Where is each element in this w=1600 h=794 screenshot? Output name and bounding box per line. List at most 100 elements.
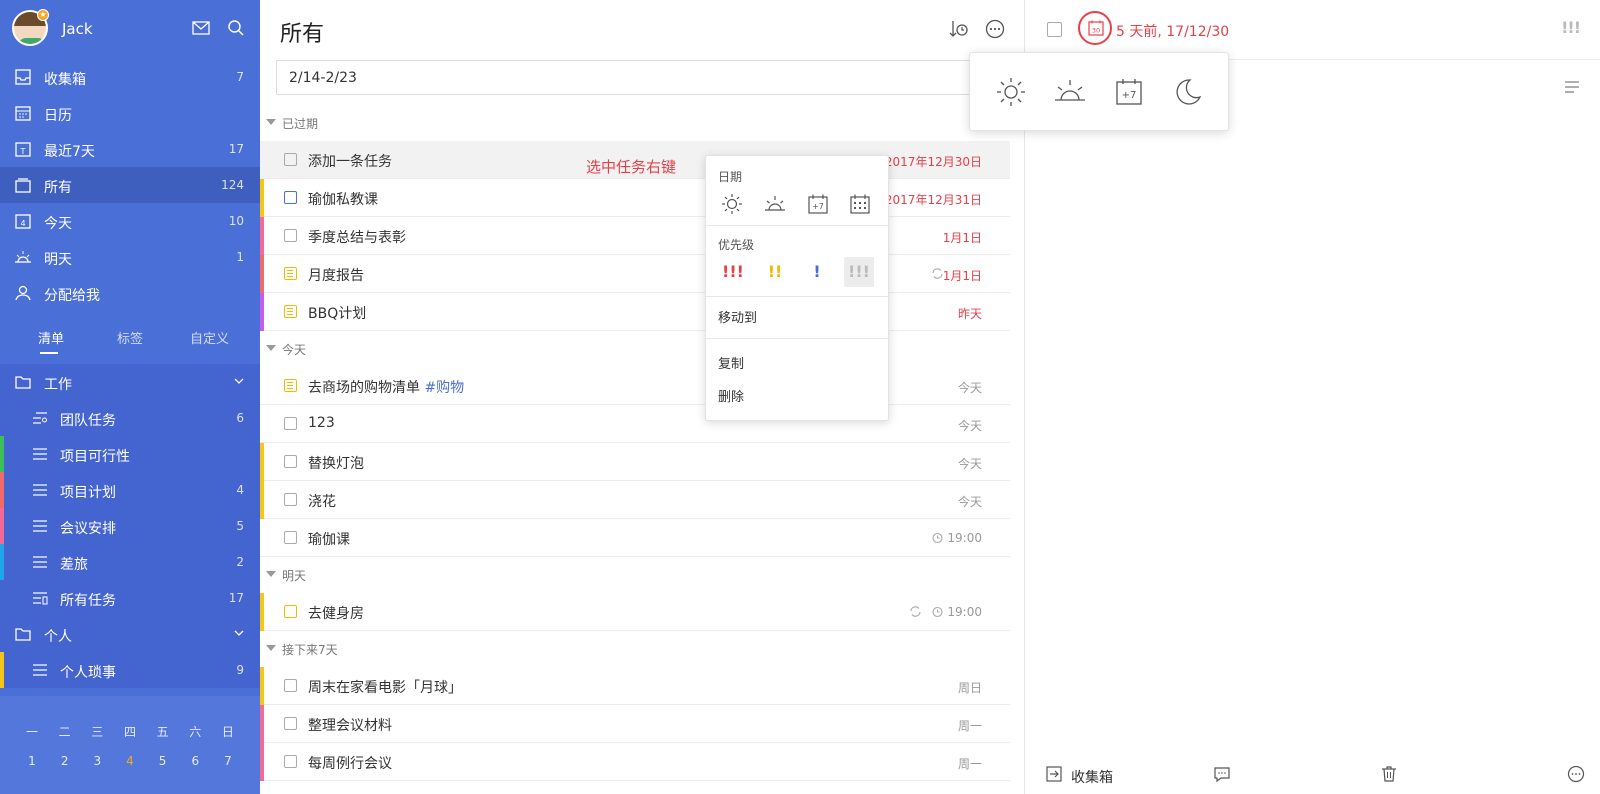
nav-assigned-to-me[interactable]: 分配给我 [0,275,260,311]
task-tag[interactable]: #购物 [424,380,464,396]
tomorrow-icon [15,251,31,263]
task-row[interactable]: 去健身房 19:00 [260,593,1010,631]
svg-text:+7: +7 [1122,90,1137,101]
comment-icon[interactable] [1213,765,1231,783]
sunrise-icon[interactable] [1053,75,1087,109]
task-row[interactable]: 周末在家看电影「月球」 周日 [260,667,1010,705]
task-note-checkbox[interactable] [284,267,297,280]
tab-tags[interactable]: 标签 [117,328,143,347]
nav-label: 所有 [44,180,72,196]
list-project-plan[interactable]: 项目计划 4 [0,472,260,508]
priority-high-option[interactable]: !!! [718,257,748,287]
more-icon[interactable] [984,18,1006,40]
list-travel[interactable]: 差旅 2 [0,544,260,580]
trash-icon[interactable] [1380,765,1398,783]
group-overdue[interactable]: 已过期 [260,111,1010,135]
detail-priority-icon[interactable]: !!! [1561,18,1581,37]
nav-next7days[interactable]: T 最近7天 17 [0,131,260,167]
task-row[interactable]: 季度总结与表彰 1月1日 [260,217,1010,255]
task-row[interactable]: 去商场的购物清单 #购物 今天 [260,367,1010,405]
add-task-input[interactable]: 2/14-2/23 [276,60,1008,95]
calendar-day[interactable]: 1 [20,754,44,768]
menu-move-to[interactable]: 移动到 [718,307,757,326]
priority-low-option[interactable]: ! [802,257,832,287]
task-checkbox[interactable] [284,417,297,430]
detail-list-name[interactable]: 收集箱 [1071,767,1113,787]
calendar-day-today[interactable]: 4 [118,754,142,768]
task-checkbox[interactable] [284,531,297,544]
priority-medium-option[interactable]: !! [760,257,790,287]
tab-lists[interactable]: 清单 [38,328,64,347]
list-count: 17 [228,591,244,605]
chevron-down-icon[interactable] [232,626,246,640]
svg-text:+7: +7 [812,202,824,211]
task-checkbox[interactable] [284,229,297,242]
moon-icon[interactable] [1170,75,1204,109]
task-note-checkbox[interactable] [284,305,297,318]
plus-seven-days-icon[interactable]: +7 [1112,75,1146,109]
task-checkbox[interactable] [284,717,297,730]
task-checkbox[interactable] [284,455,297,468]
username[interactable]: Jack [62,20,93,38]
detail-due-date[interactable]: 5 天前, 17/12/30 [1116,21,1229,41]
list-personal-chores[interactable]: 个人琐事 9 [0,652,260,688]
nav-tomorrow[interactable]: 明天 1 [0,239,260,275]
task-checkbox[interactable] [284,191,297,204]
move-to-list-icon[interactable] [1045,765,1063,783]
nav-today[interactable]: 4 今天 10 [0,203,260,239]
mail-icon[interactable] [191,18,211,38]
task-checkbox[interactable] [284,679,297,692]
task-checkbox[interactable] [284,153,297,166]
task-row[interactable]: 替换灯泡 今天 [260,443,1010,481]
group-next-7-days[interactable]: 接下来7天 [260,637,1010,661]
context-menu: 日期 +7 优先级 !!! !! ! !!! 移动到 复制 删除 [705,155,890,421]
task-due-date: 今天 [957,381,982,395]
more-icon[interactable] [1567,765,1585,783]
calendar-day[interactable]: 6 [183,754,207,768]
custom-date-icon[interactable] [848,192,872,216]
folder-work[interactable]: 工作 [0,364,260,400]
tab-custom[interactable]: 自定义 [190,328,229,347]
task-row[interactable]: BBQ计划 昨天 [260,293,1010,331]
nav-calendar[interactable]: 日历 [0,95,260,131]
task-checkbox[interactable] [284,493,297,506]
list-all-tasks[interactable]: 所有任务 17 [0,580,260,616]
priority-none-option[interactable]: !!! [844,257,874,287]
task-row[interactable]: 瑜伽课 19:00 [260,519,1010,557]
description-format-icon[interactable] [1564,80,1580,94]
group-today[interactable]: 今天 [260,337,1010,361]
detail-checkbox[interactable] [1047,22,1062,37]
task-row[interactable]: 123 今天 [260,405,1010,443]
sunrise-icon[interactable] [763,192,787,216]
chevron-down-icon[interactable] [232,374,246,388]
calendar-day[interactable]: 7 [216,754,240,768]
calendar-day[interactable]: 5 [151,754,175,768]
nav-label: 最近7天 [44,144,95,160]
folder-personal[interactable]: 个人 [0,616,260,652]
nav-all[interactable]: 所有 124 [0,167,260,203]
list-meetings[interactable]: 会议安排 5 [0,508,260,544]
task-row[interactable]: 瑜伽私教课 2017年12月31日 [260,179,1010,217]
task-row[interactable]: 整理会议材料 周一 [260,705,1010,743]
task-row[interactable]: 月度报告 1月1日 [260,255,1010,293]
sun-icon[interactable] [720,192,744,216]
task-title: 去商场的购物清单 #购物 [308,377,464,397]
nav-inbox[interactable]: 收集箱 7 [0,59,260,95]
calendar-day[interactable]: 2 [53,754,77,768]
list-team-tasks[interactable]: 团队任务 6 [0,400,260,436]
list-feasibility[interactable]: 项目可行性 [0,436,260,472]
sort-by-time-icon[interactable] [948,18,970,40]
calendar-day[interactable]: 3 [85,754,109,768]
menu-copy[interactable]: 复制 [718,353,744,372]
task-row[interactable]: 每周例行会议 周一 [260,743,1010,781]
menu-delete[interactable]: 删除 [718,386,744,405]
task-note-checkbox[interactable] [284,379,297,392]
group-tomorrow[interactable]: 明天 [260,563,1010,587]
task-checkbox[interactable] [284,755,297,768]
due-date-calendar-icon[interactable]: 30 [1087,19,1105,37]
task-checkbox[interactable] [284,605,297,618]
task-row[interactable]: 浇花 今天 [260,481,1010,519]
search-icon[interactable] [226,18,246,38]
sun-icon[interactable] [994,75,1028,109]
plus-seven-days-icon[interactable]: +7 [806,192,830,216]
